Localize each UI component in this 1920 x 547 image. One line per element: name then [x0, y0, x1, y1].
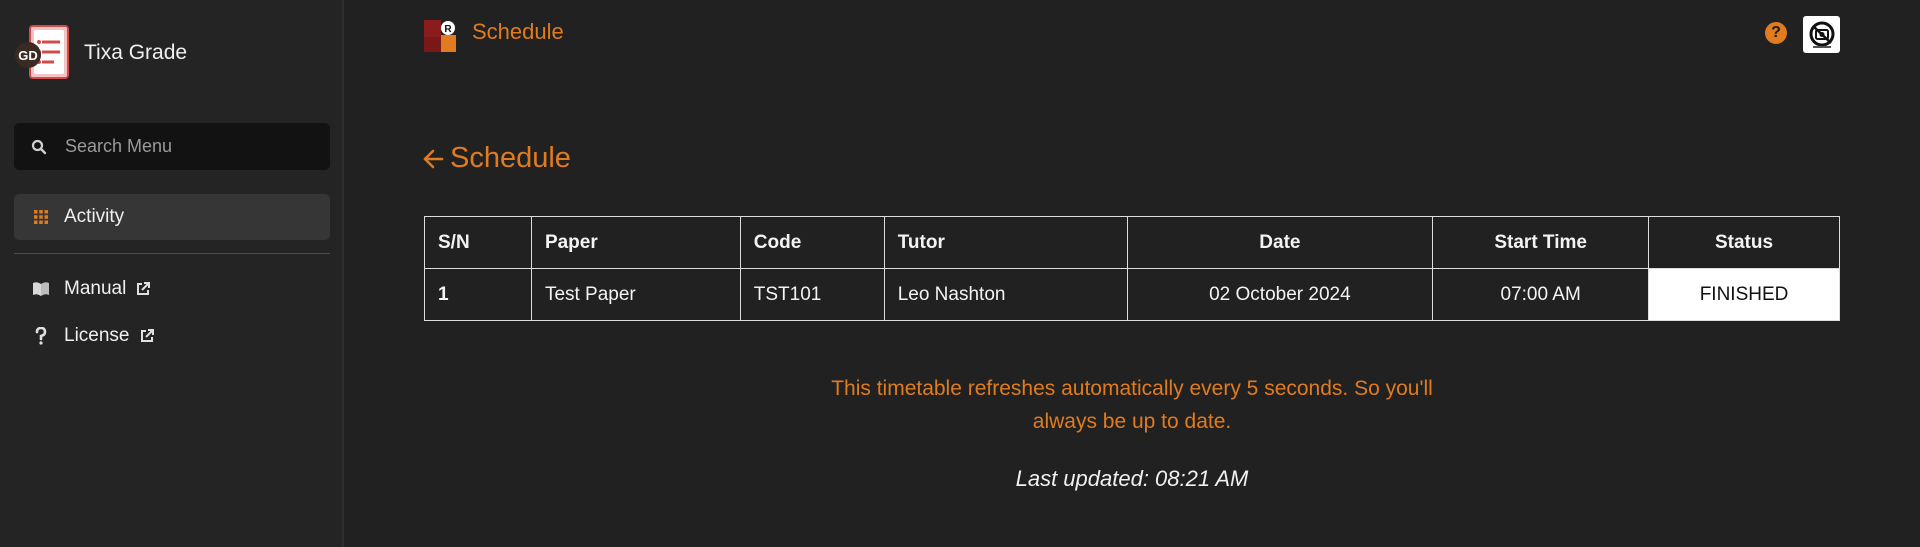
search-box[interactable] [14, 123, 330, 170]
refresh-notice-line-1: This timetable refreshes automatically e… [831, 377, 1433, 400]
page-title: Schedule [450, 142, 571, 174]
last-updated-text: Last updated: 08:21 AM [1015, 466, 1249, 491]
page-heading: Schedule [422, 142, 571, 175]
column-header: Date [1126, 216, 1434, 269]
cell-date: 02 October 2024 [1126, 268, 1434, 321]
column-header: Status [1648, 216, 1840, 269]
avatar[interactable] [1803, 16, 1840, 53]
cell-tutor: Leo Nashton [883, 268, 1128, 321]
search-input[interactable] [63, 135, 327, 158]
external-link-icon [135, 281, 151, 297]
column-header: Paper [530, 216, 741, 269]
no-image-icon [1809, 21, 1834, 48]
status-badge: FINISHED [1648, 268, 1840, 321]
external-link-icon [139, 328, 155, 344]
schedule-table: S/N Paper Code Tutor Date Start Time Sta… [424, 216, 1840, 321]
column-header: Tutor [883, 216, 1128, 269]
sidebar-item-label: Manual [64, 278, 127, 299]
sidebar-item-label: Activity [64, 206, 125, 227]
sidebar-item-label: License [64, 325, 130, 346]
help-button[interactable]: ? [1765, 22, 1787, 44]
cell-code: TST101 [739, 268, 885, 321]
search-icon [31, 137, 51, 157]
cell-paper: Test Paper [530, 268, 741, 321]
question-icon [30, 327, 52, 345]
refresh-notice-line-2: always be up to date. [1032, 410, 1232, 433]
column-header: S/N [424, 216, 532, 269]
help-icon: ? [1771, 24, 1781, 41]
app-name: Tixa Grade [84, 41, 188, 64]
grid-icon [30, 209, 52, 225]
cell-sn: 1 [424, 268, 532, 321]
back-arrow-icon[interactable] [422, 148, 444, 170]
refresh-notice: This timetable refreshes automatically e… [780, 372, 1484, 438]
app-logo: GD [14, 22, 74, 84]
sidebar-item-activity[interactable]: Activity [14, 194, 330, 240]
sidebar-divider [14, 253, 330, 254]
app-logo-badge: GD [18, 48, 38, 63]
brand[interactable]: GD Tixa Grade [14, 22, 187, 84]
schedule-logo-badge: R [444, 24, 452, 35]
sidebar-item-license[interactable]: License [14, 313, 330, 359]
cell-start-time: 07:00 AM [1432, 268, 1650, 321]
table-row: 1 Test Paper TST101 Leo Nashton 02 Octob… [424, 268, 1840, 321]
topbar-title[interactable]: Schedule [472, 19, 564, 45]
column-header: Start Time [1432, 216, 1650, 269]
schedule-logo: R [424, 20, 456, 52]
table-header-row: S/N Paper Code Tutor Date Start Time Sta… [424, 216, 1840, 269]
book-icon [30, 281, 52, 297]
sidebar: GD Tixa Grade Activity [0, 0, 344, 547]
sidebar-item-manual[interactable]: Manual [14, 266, 330, 312]
column-header: Code [739, 216, 885, 269]
